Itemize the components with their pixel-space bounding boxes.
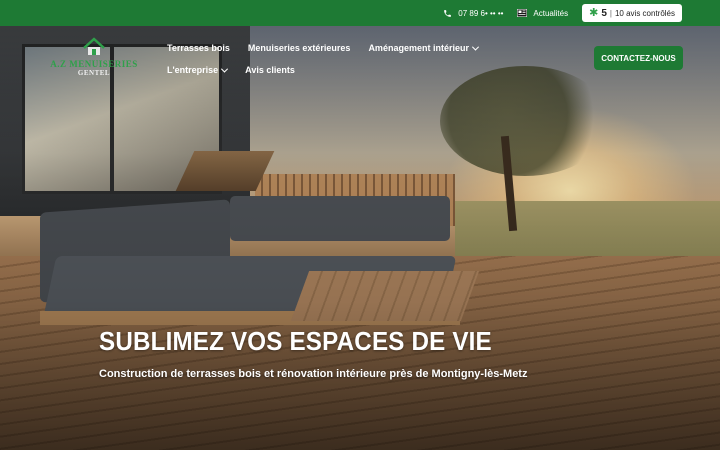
reviews-badge[interactable]: ✱ 5 | 10 avis contrôlés	[582, 4, 682, 22]
review-separator: |	[609, 8, 612, 18]
logo[interactable]: A.Z MENUISERIES GENTEL	[48, 36, 140, 84]
review-score: 5	[601, 7, 607, 19]
phone-link[interactable]: 07 89 6• •• ••	[443, 9, 503, 18]
star-icon: ✱	[589, 6, 599, 19]
chevron-down-icon	[221, 65, 229, 73]
hero-title: SUBLIMEZ VOS ESPACES DE VIE	[99, 326, 492, 356]
hero-overlay	[0, 26, 720, 450]
top-bar: 07 89 6• •• •• Actualités ✱ 5 | 10 avis …	[0, 0, 720, 26]
nav-item-label: Terrasses bois	[167, 43, 230, 53]
nav-item-label: Aménagement intérieur	[368, 43, 469, 53]
news-label: Actualités	[533, 8, 569, 18]
logo-house-icon	[82, 36, 106, 56]
logo-title: A.Z MENUISERIES	[50, 59, 138, 69]
newspaper-icon	[517, 9, 528, 17]
nav-item-terrasses[interactable]: Terrasses bois	[167, 42, 230, 54]
contact-button[interactable]: CONTACTEZ-NOUS	[594, 46, 683, 70]
nav-item-amenagement[interactable]: Aménagement intérieur	[368, 42, 480, 54]
hero-subtitle: Construction de terrasses bois et rénova…	[99, 368, 528, 380]
main-nav: Terrasses bois Menuiseries extérieures A…	[167, 42, 537, 76]
review-count: 10 avis contrôlés	[614, 8, 675, 18]
hero-image	[0, 26, 720, 450]
news-link[interactable]: Actualités	[517, 9, 568, 18]
nav-item-avis[interactable]: Avis clients	[245, 64, 295, 76]
nav-item-label: L'entreprise	[167, 65, 219, 75]
phone-icon	[443, 9, 452, 18]
nav-item-entreprise[interactable]: L'entreprise	[167, 64, 229, 76]
nav-item-label: Avis clients	[245, 65, 295, 75]
nav-item-label: Menuiseries extérieures	[247, 43, 351, 53]
chevron-down-icon	[471, 43, 480, 51]
phone-number: 07 89 6• •• ••	[458, 8, 504, 18]
logo-subtitle: GENTEL	[77, 69, 111, 77]
nav-item-menuiseries[interactable]: Menuiseries extérieures	[248, 42, 351, 54]
